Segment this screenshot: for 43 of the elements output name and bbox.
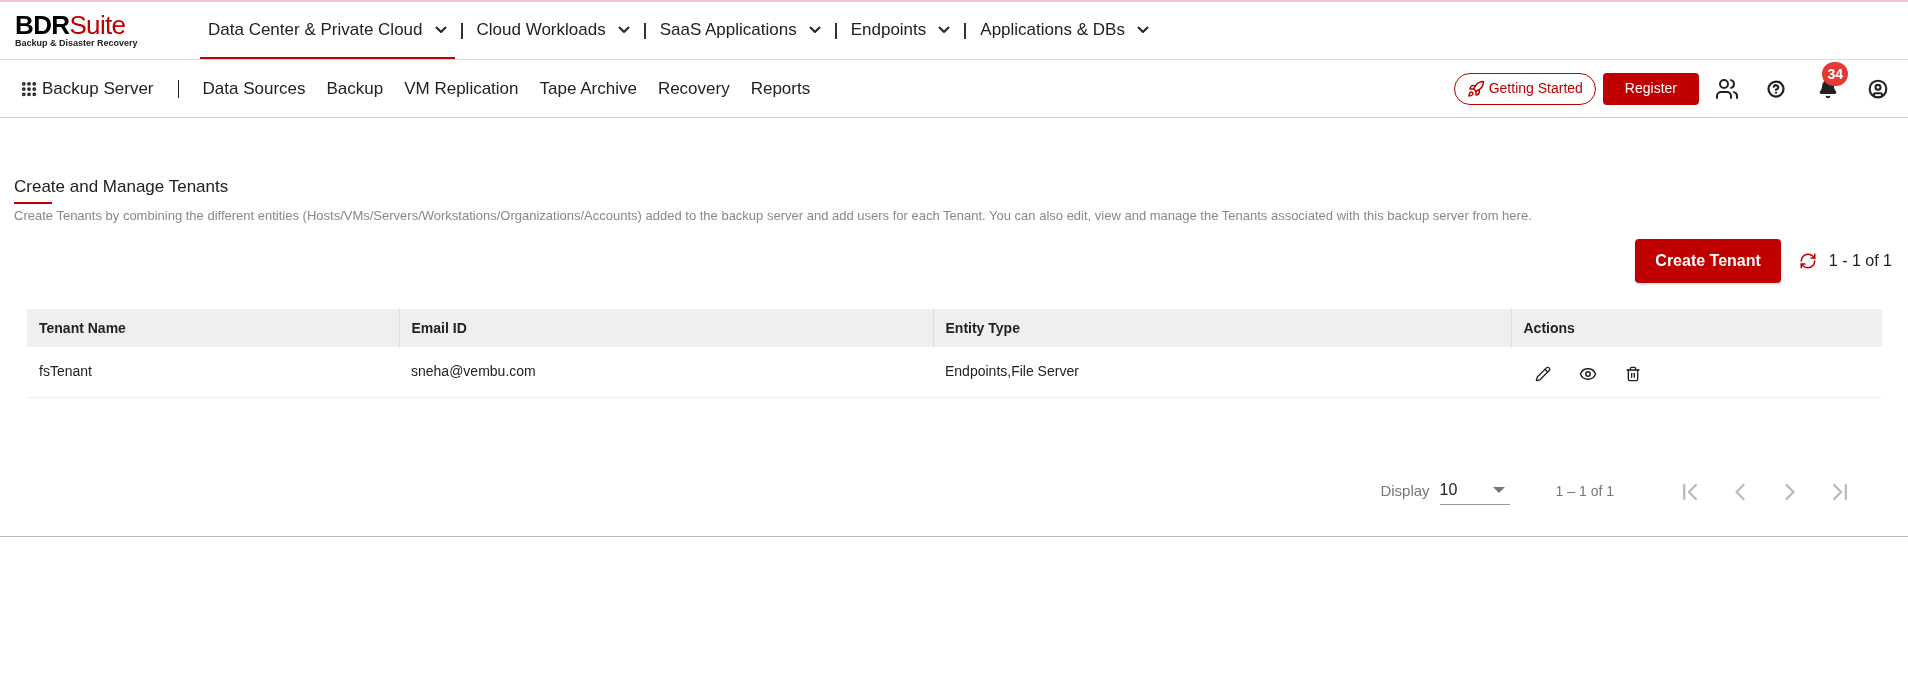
chevron-down-icon <box>938 26 951 33</box>
table-cell: Endpoints,File Server <box>933 347 1511 397</box>
nav-link[interactable]: VM Replication <box>404 75 519 102</box>
users-icon[interactable] <box>1715 76 1739 101</box>
nav-tab[interactable]: Endpoints <box>842 2 959 59</box>
nav-link[interactable]: Tape Archive <box>539 75 637 102</box>
nav-link[interactable]: Recovery <box>657 75 730 102</box>
nav-tab[interactable]: SaaS Applications <box>651 2 829 59</box>
logo: BDRSuite <box>15 11 127 38</box>
page-description: Create Tenants by combining the different entities (Hosts/VMs/Servers/Workstations/Organizations/Accounts) added to the backup server and add users for each Tenant. You can also edit, view and manage the Tenants associated with this backup server from here. <box>14 206 1533 225</box>
nav-tab[interactable]: Applications & DBs <box>972 2 1157 59</box>
section-title: Backup Server <box>42 77 154 100</box>
column-header: Entity Type <box>933 309 1511 347</box>
chevron-down-icon <box>808 26 821 33</box>
table-cell: fsTenant <box>27 347 399 397</box>
page-size-dropdown[interactable]: 10 <box>1439 478 1510 505</box>
column-header: Actions <box>1511 309 1882 347</box>
create-tenant-button[interactable]: Create Tenant <box>1635 239 1781 283</box>
nav-tab[interactable]: Cloud Workloads <box>468 2 638 59</box>
chevron-down-icon <box>434 26 447 33</box>
chevron-down-icon <box>617 26 630 33</box>
nav-link[interactable]: Backup <box>326 75 384 102</box>
account-icon[interactable] <box>1868 78 1888 99</box>
refresh-icon[interactable] <box>1798 252 1817 270</box>
nav-link[interactable]: Reports <box>750 75 811 102</box>
column-header: Email ID <box>399 309 933 347</box>
chevron-down-icon <box>1136 26 1149 33</box>
delete-icon[interactable] <box>1625 365 1641 382</box>
column-header: Tenant Name <box>27 309 399 347</box>
dropdown-caret-icon <box>1492 487 1505 493</box>
register-button[interactable]: Register <box>1602 72 1699 105</box>
nav-tab[interactable]: Data Center & Private Cloud <box>200 2 455 59</box>
table-cell: sneha@vembu.com <box>399 347 933 397</box>
logo-tagline: Backup & Disaster Recovery <box>15 37 139 50</box>
nav-link[interactable]: Data Sources <box>202 75 306 102</box>
edit-icon[interactable] <box>1535 365 1551 382</box>
page-range: 1 – 1 of 1 <box>1555 482 1614 501</box>
help-icon[interactable] <box>1767 79 1785 98</box>
rocket-icon <box>1466 79 1485 98</box>
display-label: Display <box>1380 481 1430 502</box>
record-count: 1 - 1 of 1 <box>1828 251 1892 271</box>
notification-badge: 34 <box>1822 61 1848 86</box>
grid-icon[interactable] <box>20 79 38 98</box>
